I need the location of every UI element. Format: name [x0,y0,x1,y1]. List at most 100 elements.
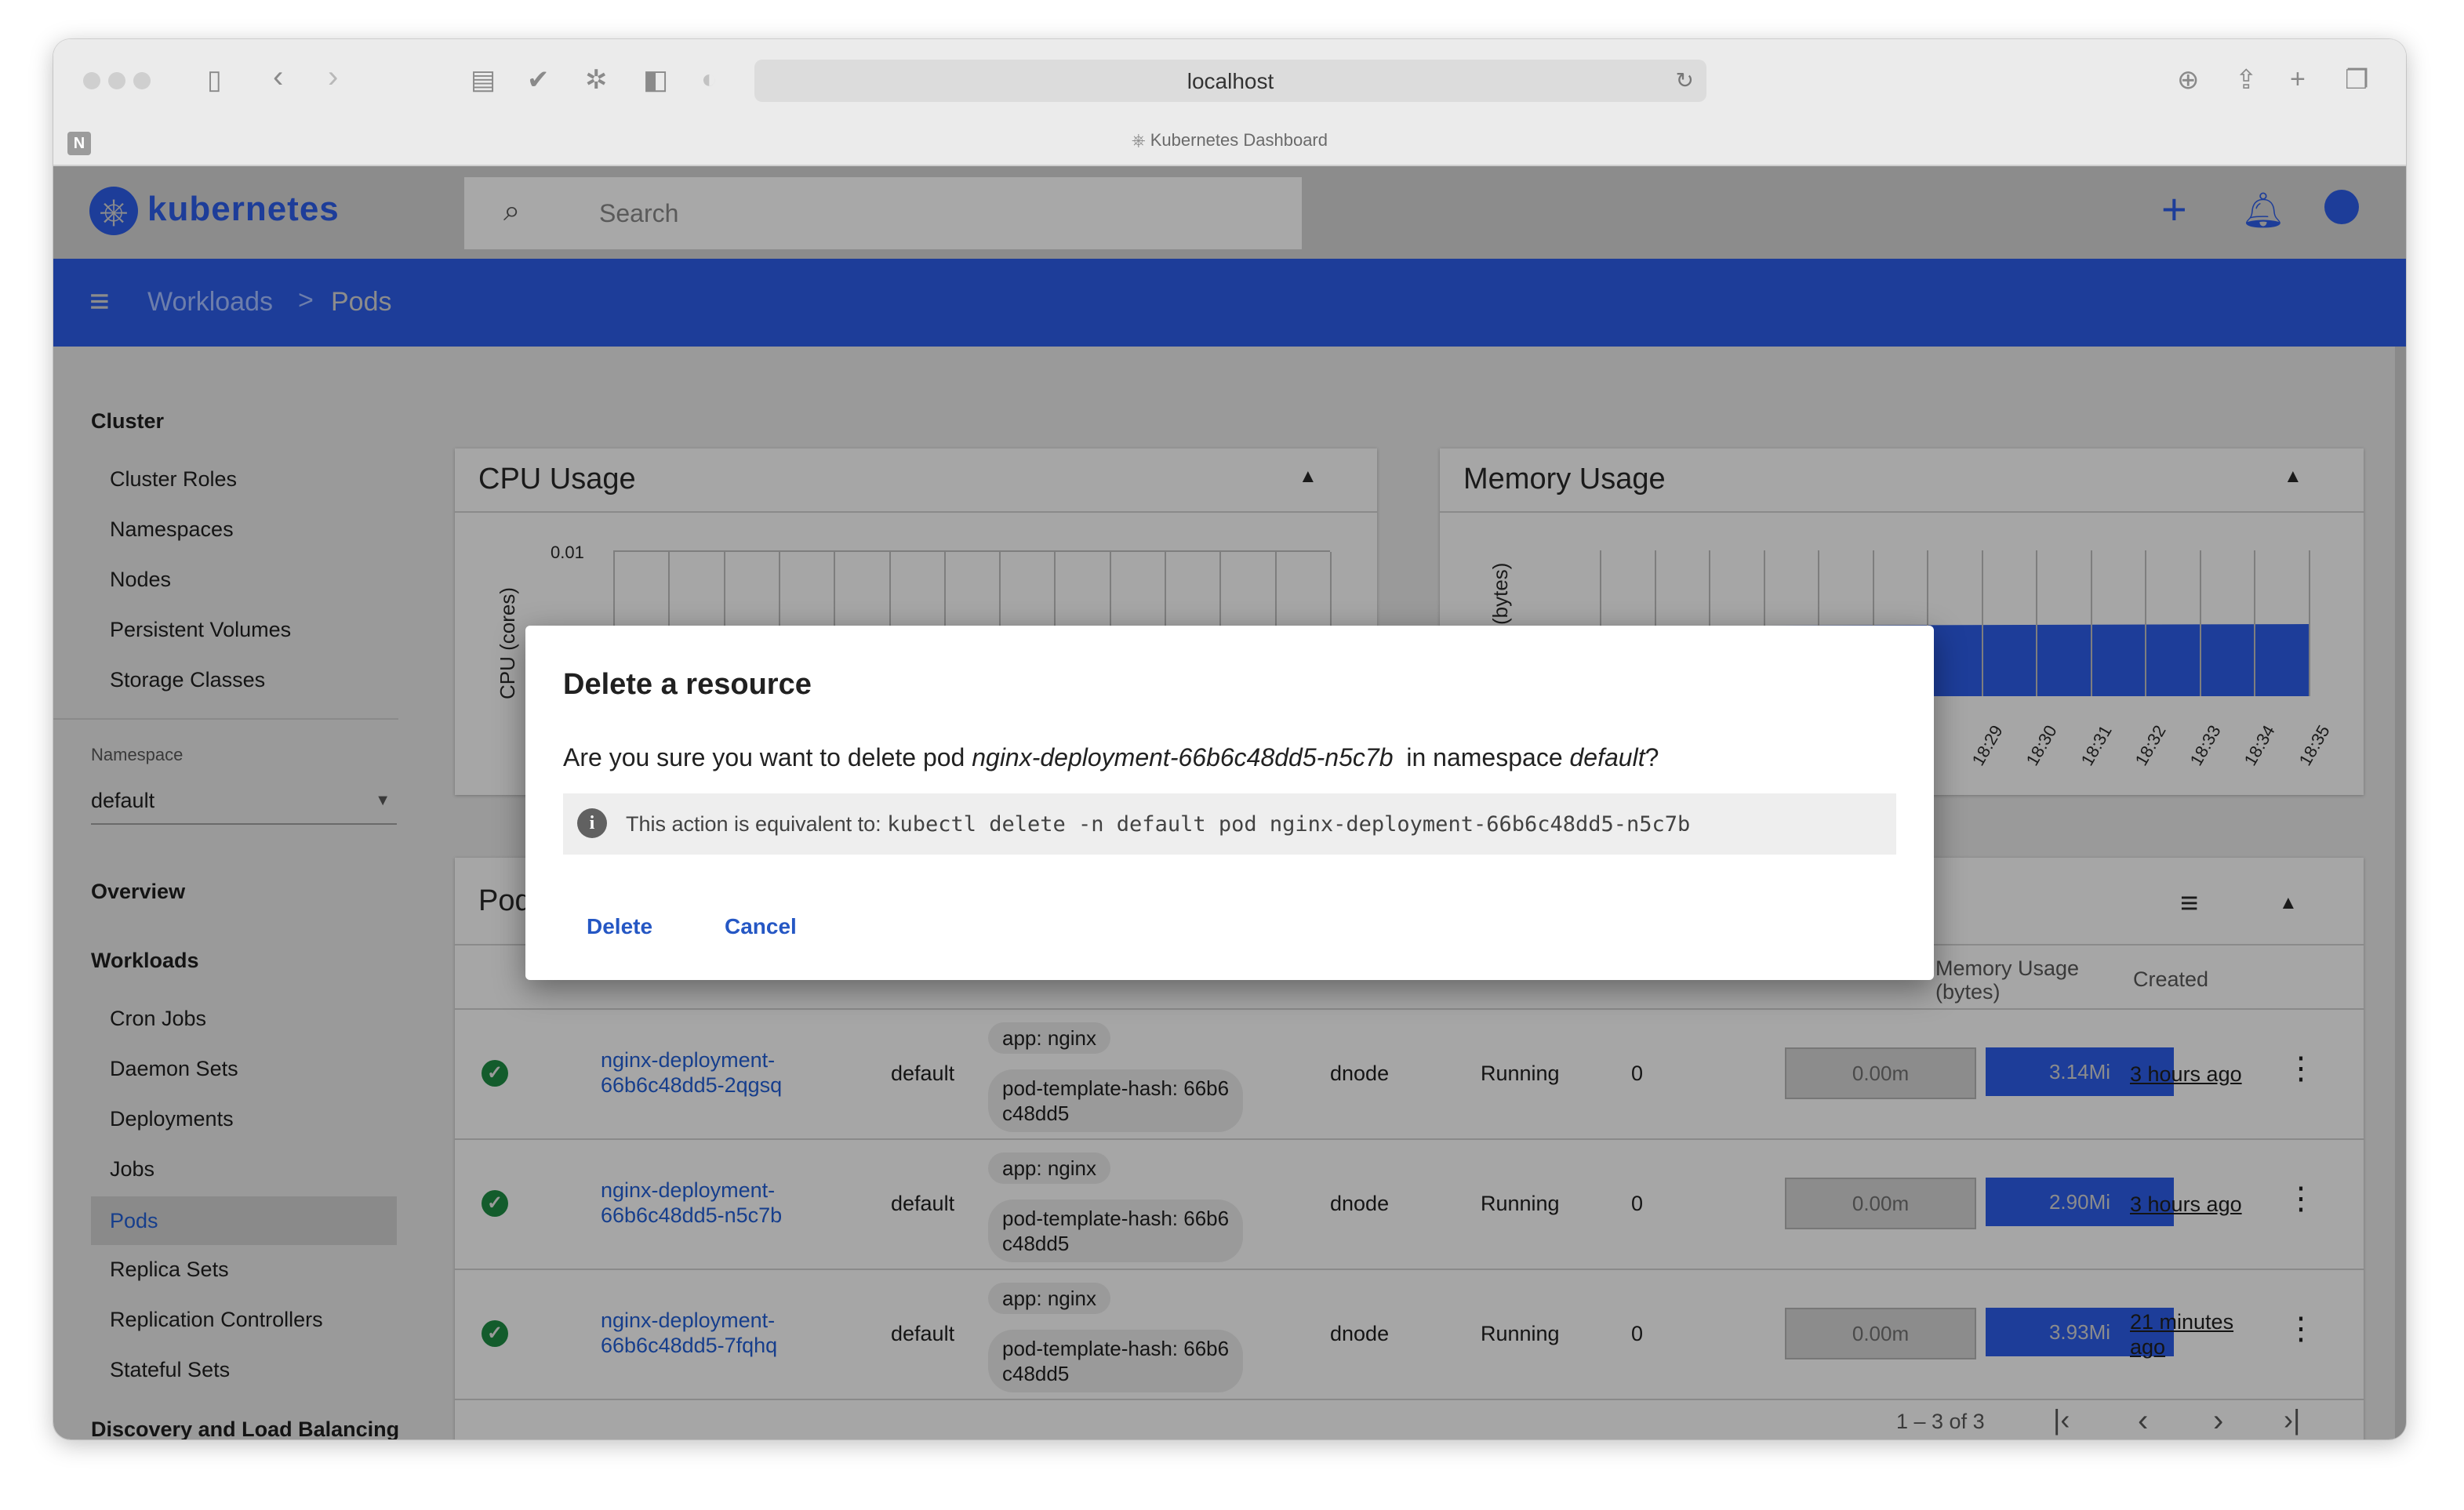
label-chip: pod-template-hash: 66b6 c48dd5 [988,1069,1244,1132]
sidebar-discovery-header[interactable]: Discovery and Load Balancing [91,1417,399,1439]
address-bar[interactable]: localhost ↻ [754,60,1706,102]
kubernetes-favicon-icon: ⎈ [1132,130,1146,150]
pod-name-link[interactable]: nginx-deployment- 66b6c48dd5-2qgsq [601,1047,782,1098]
kubernetes-logo-icon[interactable]: ⎈ [89,187,138,235]
row-actions-icon[interactable]: ⋮ [2285,1181,2317,1217]
sidebar-item-deployments[interactable]: Deployments [110,1107,234,1131]
label-chip-line1: pod-template-hash: 66b6 [1002,1337,1230,1360]
cancel-button[interactable]: Cancel [725,914,797,939]
sidebar-workloads-header[interactable]: Workloads [91,949,199,973]
breadcrumb-current: Pods [331,287,392,317]
namespace-value: default [91,789,155,812]
sidebar-overview[interactable]: Overview [91,880,185,904]
created-line1: 21 minutes [2130,1310,2234,1334]
memory-collapse-icon[interactable]: ▲ [2284,466,2302,488]
menu-icon[interactable]: ≡ [89,282,110,321]
extension-check-icon[interactable]: ✔ [527,64,550,96]
dialog-message: Are you sure you want to delete pod ngin… [563,743,1659,772]
extension-notion-icon[interactable]: ◧ [643,64,668,96]
previous-page-icon[interactable]: ‹ [2138,1403,2148,1439]
status-ok-icon: ✓ [482,1060,508,1087]
sidebar-item-nodes[interactable]: Nodes [110,568,171,592]
filter-icon[interactable]: ≡ [2180,886,2198,921]
brand-name[interactable]: kubernetes [147,190,340,229]
sidebar-divider [53,718,398,720]
breadcrumb-parent[interactable]: Workloads [147,287,273,318]
pods-collapse-icon[interactable]: ▲ [2279,892,2298,914]
pod-node: dnode [1330,1322,1390,1345]
created-time[interactable]: 21 minutes ago [2130,1309,2233,1359]
sidebar-item-persistent-volumes[interactable]: Persistent Volumes [110,618,291,642]
table-row[interactable]: ✓ nginx-deployment- 66b6c48dd5-n5c7b defaul… [455,1140,2364,1270]
sidebar-item-replication-controllers[interactable]: Replication Controllers [110,1308,323,1332]
sidebar-toggle-icon[interactable]: ▯ [207,64,222,96]
pod-status: Running [1481,1062,1560,1085]
pod-restarts: 0 [1631,1192,1644,1215]
row-actions-icon[interactable]: ⋮ [2285,1051,2317,1087]
pod-name-line2: 66b6c48dd5-2qgsq [601,1073,783,1097]
memory-gridline [2200,550,2201,696]
minimize-window-button[interactable] [108,72,125,89]
memory-gridline [2036,550,2037,696]
col-header-memory[interactable]: Memory Usage (bytes) [1935,956,2108,1004]
delete-button[interactable]: Delete [587,914,652,939]
row-actions-icon[interactable]: ⋮ [2285,1311,2317,1347]
pod-name-link[interactable]: nginx-deployment- 66b6c48dd5-7fqhq [601,1308,777,1358]
memory-x-tick: 18:33 [2186,721,2225,769]
search-box[interactable]: ⌕ Search [464,177,1302,249]
sidebar-item-stateful-sets[interactable]: Stateful Sets [110,1358,230,1382]
memory-card-divider [1440,511,2364,513]
cpu-collapse-icon[interactable]: ▲ [1299,466,1317,488]
sidebar-item-jobs[interactable]: Jobs [110,1157,154,1182]
browser-titlebar: ▯ ‹ › ▤ ✔ ✲ ◧ ◐ localhost ↻ ⊕ ⇪ + ❐ N ⎈ … [53,39,2406,166]
reload-icon[interactable]: ↻ [1676,67,1694,93]
info-icon: i [577,808,607,838]
last-page-icon[interactable]: ›| [2284,1403,2300,1436]
memory-x-tick: 18:32 [2131,721,2170,769]
sidebar-item-replica-sets[interactable]: Replica Sets [110,1258,229,1282]
cpu-card-title: CPU Usage [478,463,636,495]
tab-overview-icon[interactable]: ❐ [2345,64,2368,96]
extension-target-icon[interactable]: ✲ [585,64,608,96]
notifications-bell-icon[interactable]: 🔔︎ [2241,190,2285,230]
pod-restarts: 0 [1631,1322,1644,1345]
created-time[interactable]: 3 hours ago [2130,1192,2242,1217]
namespace-select[interactable]: default ▼ [91,786,397,825]
extension-stack-icon[interactable]: ▤ [471,64,496,96]
zoom-window-button[interactable] [133,72,151,89]
sidebar-item-daemon-sets[interactable]: Daemon Sets [110,1057,238,1081]
breadcrumb-toolbar: ≡ Workloads > Pods [53,259,2406,347]
create-resource-icon[interactable]: + [2161,183,2187,234]
memory-x-tick: 18:31 [2077,721,2116,769]
memory-x-tick: 18:35 [2295,721,2334,769]
created-time[interactable]: 3 hours ago [2130,1062,2242,1087]
downloads-icon[interactable]: ⊕ [2177,64,2200,96]
forward-icon[interactable]: › [328,60,338,95]
table-row[interactable]: ✓ nginx-deployment- 66b6c48dd5-2qgsq defaul… [455,1010,2364,1140]
sidebar-item-storage-classes[interactable]: Storage Classes [110,668,265,692]
sidebar-item-namespaces[interactable]: Namespaces [110,517,234,542]
close-window-button[interactable] [83,72,100,89]
active-tab[interactable]: ⎈ Kubernetes Dashboard [53,130,2406,151]
app-header: ⎈ kubernetes ⌕ Search + 🔔︎ [53,166,2406,259]
table-row[interactable]: ✓ nginx-deployment- 66b6c48dd5-7fqhq defaul… [455,1270,2364,1400]
share-icon[interactable]: ⇪ [2235,64,2258,96]
first-page-icon[interactable]: |‹ [2053,1403,2070,1436]
breadcrumb-separator: > [298,285,314,315]
col-header-created[interactable]: Created [2133,967,2208,992]
back-icon[interactable]: ‹ [273,60,283,95]
pod-name-link[interactable]: nginx-deployment- 66b6c48dd5-n5c7b [601,1178,782,1228]
sidebar-item-cron-jobs[interactable]: Cron Jobs [110,1007,206,1031]
next-page-icon[interactable]: › [2213,1403,2223,1439]
pod-node: dnode [1330,1062,1390,1085]
page-scrollbar[interactable] [2395,347,2406,1439]
account-avatar-icon[interactable] [2324,190,2359,224]
sidebar-item-pods-label: Pods [110,1209,158,1232]
dialog-message-prefix: Are you sure you want to delete pod [563,743,972,771]
sidebar-item-cluster-roles[interactable]: Cluster Roles [110,467,237,492]
new-tab-icon[interactable]: + [2290,64,2306,95]
extension-shield-icon[interactable]: ◐ [701,64,718,95]
sidebar-item-pods[interactable]: Pods [91,1196,397,1245]
label-chip: pod-template-hash: 66b6 c48dd5 [988,1200,1244,1262]
pod-node: dnode [1330,1192,1390,1215]
